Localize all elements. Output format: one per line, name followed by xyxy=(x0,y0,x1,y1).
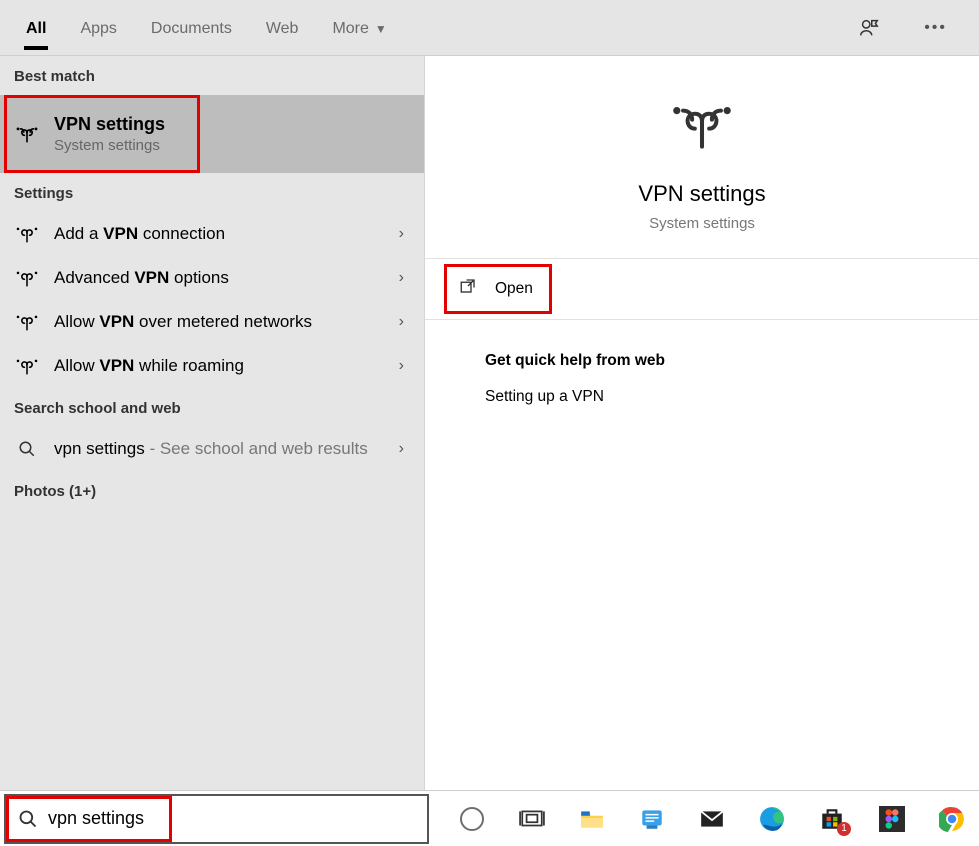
best-match-result[interactable]: VPN settings System settings xyxy=(0,95,424,173)
mail-icon[interactable] xyxy=(697,804,727,834)
taskbar: 1 xyxy=(0,790,979,846)
search-filter-tabs: All Apps Documents Web More ▼ ••• xyxy=(0,0,979,56)
settings-item-add-vpn[interactable]: Add a VPN connection › xyxy=(0,212,424,256)
result-title: Add a VPN connection xyxy=(54,224,385,244)
help-link-setup-vpn[interactable]: Setting up a VPN xyxy=(485,388,957,406)
overflow-menu-icon[interactable]: ••• xyxy=(916,15,955,41)
best-match-title: VPN settings xyxy=(54,114,410,135)
settings-header: Settings xyxy=(0,173,424,212)
microsoft-store-icon[interactable]: 1 xyxy=(817,804,847,834)
tab-apps[interactable]: Apps xyxy=(78,6,118,50)
chevron-right-icon: › xyxy=(399,269,410,287)
chevron-right-icon: › xyxy=(399,313,410,331)
vpn-icon xyxy=(14,225,40,243)
preview-subtitle: System settings xyxy=(649,215,755,232)
tab-web[interactable]: Web xyxy=(264,6,301,50)
settings-item-vpn-roaming[interactable]: Allow VPN while roaming › xyxy=(0,344,424,388)
search-web-header: Search school and web xyxy=(0,388,424,427)
chrome-icon[interactable] xyxy=(937,804,967,834)
vpn-icon xyxy=(14,313,40,331)
chevron-right-icon: › xyxy=(399,440,410,458)
edge-icon[interactable] xyxy=(757,804,787,834)
open-action[interactable]: Open xyxy=(445,265,551,313)
photos-header: Photos (1+) xyxy=(0,471,424,510)
vpn-icon-large xyxy=(666,98,738,157)
app-icon-blue[interactable] xyxy=(637,804,667,834)
task-view-icon[interactable] xyxy=(517,804,547,834)
tab-more[interactable]: More ▼ xyxy=(330,6,388,50)
feedback-icon[interactable] xyxy=(852,11,886,45)
search-icon xyxy=(14,440,40,458)
web-search-result[interactable]: vpn settings - See school and web result… xyxy=(0,427,424,471)
settings-item-advanced-vpn[interactable]: Advanced VPN options › xyxy=(0,256,424,300)
store-badge: 1 xyxy=(837,822,851,836)
search-box[interactable] xyxy=(4,794,429,844)
chevron-down-icon: ▼ xyxy=(375,22,387,36)
best-match-subtitle: System settings xyxy=(54,137,410,154)
vpn-icon xyxy=(14,269,40,287)
result-title: Allow VPN over metered networks xyxy=(54,312,385,332)
chevron-right-icon: › xyxy=(399,225,410,243)
tab-more-label: More xyxy=(332,20,368,37)
chevron-right-icon: › xyxy=(399,357,410,375)
best-match-header: Best match xyxy=(0,56,424,95)
settings-item-vpn-metered[interactable]: Allow VPN over metered networks › xyxy=(0,300,424,344)
preview-panel: VPN settings System settings Open Get qu… xyxy=(424,56,979,790)
result-title: Advanced VPN options xyxy=(54,268,385,288)
vpn-icon xyxy=(14,125,40,143)
figma-icon[interactable] xyxy=(877,804,907,834)
preview-title: VPN settings xyxy=(638,181,765,207)
cortana-icon[interactable] xyxy=(457,804,487,834)
help-header: Get quick help from web xyxy=(485,352,957,370)
search-input[interactable] xyxy=(48,796,427,842)
tab-all[interactable]: All xyxy=(24,6,48,50)
open-icon xyxy=(459,277,477,300)
search-icon xyxy=(6,809,48,829)
tab-documents[interactable]: Documents xyxy=(149,6,234,50)
result-title: vpn settings - See school and web result… xyxy=(54,439,385,459)
open-label: Open xyxy=(495,280,533,298)
result-title: Allow VPN while roaming xyxy=(54,356,385,376)
file-explorer-icon[interactable] xyxy=(577,804,607,834)
results-panel: Best match VPN settings System settings … xyxy=(0,56,424,790)
vpn-icon xyxy=(14,357,40,375)
